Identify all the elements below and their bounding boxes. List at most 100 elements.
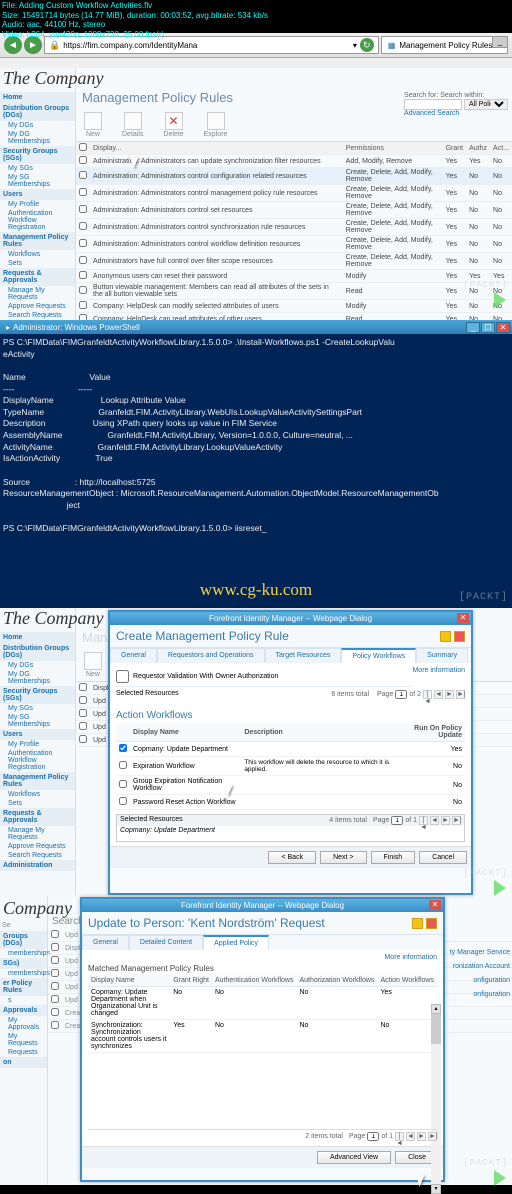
dialog-tabs: General Requestors and Operations Target… bbox=[110, 648, 471, 663]
new-button[interactable]: New bbox=[84, 112, 102, 138]
list-item[interactable]: Expiration WorkflowThis workflow will de… bbox=[116, 757, 465, 776]
dialog2-header: Update to Person: 'Kent Nordström' Reque… bbox=[82, 912, 443, 935]
sidebar-manage-req[interactable]: Manage My Requests bbox=[0, 286, 75, 302]
table-row[interactable]: Administration: Administrators control w… bbox=[76, 236, 512, 253]
table-row[interactable]: Administration: Administrators control s… bbox=[76, 202, 512, 219]
scrollbar[interactable]: ▴ ▾ bbox=[431, 1014, 441, 1184]
minimize-icon[interactable]: _ bbox=[492, 36, 508, 48]
explore-button[interactable]: Explore bbox=[204, 112, 228, 138]
powershell-body[interactable]: PS C:\FIMData\FIMGranfeldtActivityWorkfl… bbox=[0, 334, 512, 608]
dialog2-footer: Advanced View Close bbox=[82, 1146, 443, 1168]
sidebar-my-dg-mem[interactable]: My DG Memberships bbox=[0, 130, 75, 146]
search-input[interactable] bbox=[404, 99, 462, 110]
page-input-2[interactable] bbox=[367, 1132, 379, 1141]
page-last[interactable]: ►| bbox=[456, 690, 465, 699]
table-row[interactable]: Button viewable management: Members can … bbox=[76, 283, 512, 300]
ps-close[interactable]: ✕ bbox=[496, 322, 510, 333]
sidebar-sgs[interactable]: Security Groups (SGs) bbox=[0, 146, 75, 164]
tab-policy-workflows[interactable]: Policy Workflows bbox=[341, 648, 416, 663]
dialog-footer: < Back Next > Finish Cancel bbox=[110, 846, 471, 868]
page-first[interactable]: |◄ bbox=[423, 690, 432, 699]
more-info-link[interactable]: More information bbox=[412, 667, 465, 674]
sidebar-my-sg-mem[interactable]: My SG Memberships bbox=[0, 173, 75, 189]
cursor-icon bbox=[226, 786, 236, 800]
packt-logo: [PACKT] bbox=[459, 592, 508, 603]
delete-button[interactable]: ✕Delete bbox=[163, 112, 183, 138]
tab-requestors[interactable]: Requestors and Operations bbox=[157, 648, 265, 663]
company-logo: The Company bbox=[3, 68, 104, 89]
video-info-overlay: File: Adding Custom Workflow Activities.… bbox=[2, 1, 268, 39]
sidebar-auth-wf[interactable]: Authentication Workflow Registration bbox=[0, 209, 75, 232]
tab-general-2[interactable]: General bbox=[82, 935, 129, 950]
sidebar-my-sgs[interactable]: My SGs bbox=[0, 164, 75, 173]
refresh-button[interactable]: ↻ bbox=[360, 38, 374, 52]
play-overlay: [PACKT] bbox=[467, 280, 512, 315]
sidebar-search-req[interactable]: Search Requests bbox=[0, 311, 75, 320]
back-button[interactable]: < Back bbox=[268, 851, 316, 864]
dialog-close-button[interactable]: ✕ bbox=[457, 613, 469, 623]
list-item[interactable]: Group Expiration Notification WorkflowNo bbox=[116, 776, 465, 795]
advanced-view-button[interactable]: Advanced View bbox=[317, 1151, 391, 1164]
browser-tab[interactable]: ▦ Management Policy Rules × bbox=[381, 36, 508, 54]
next-button[interactable]: Next > bbox=[320, 851, 366, 864]
company-logo-3: Company bbox=[3, 898, 72, 919]
list-item[interactable]: Copmany: Update DepartmentYes bbox=[116, 742, 465, 757]
scroll-thumb[interactable] bbox=[431, 1014, 441, 1044]
workflow-grid: Display NameDescriptionRun On Policy Upd… bbox=[116, 723, 465, 810]
page-prev[interactable]: ◄ bbox=[434, 690, 443, 699]
sidebar-requests[interactable]: Requests & Approvals bbox=[0, 268, 75, 286]
dialog-body: More information Requestor Validation Wi… bbox=[110, 663, 471, 846]
table-row[interactable]: Administration: Administrators control s… bbox=[76, 219, 512, 236]
tab-applied-policy[interactable]: Applied Policy bbox=[203, 935, 269, 950]
tab-target[interactable]: Target Resources bbox=[265, 648, 342, 663]
tab-detailed-content[interactable]: Detailed Content bbox=[129, 935, 203, 950]
page-input[interactable] bbox=[395, 690, 407, 699]
select-all-checkbox[interactable] bbox=[79, 143, 87, 151]
dialog2-body: More information Matched Management Poli… bbox=[82, 950, 443, 1146]
play-icon bbox=[494, 292, 506, 308]
sidebar-dgs[interactable]: Distribution Groups (DGs) bbox=[0, 103, 75, 121]
sidebar-sets[interactable]: Sets bbox=[0, 259, 75, 268]
advanced-search-link[interactable]: Advanced Search bbox=[404, 110, 459, 117]
selected-resources-box: Selected Resources 4 items total Page of… bbox=[116, 814, 465, 842]
create-mpr-dialog: Forefront Identity Manager -- Webpage Di… bbox=[108, 610, 473, 895]
matched-mpr-grid: Display Name Grant Right Authentication … bbox=[88, 975, 437, 1053]
main-content: Management Policy Rules New Details ✕Del… bbox=[76, 68, 512, 320]
powershell-titlebar: ▸Administrator: Windows PowerShell _ ☐ ✕ bbox=[0, 320, 512, 334]
tab-general[interactable]: General bbox=[110, 648, 157, 663]
table-row[interactable]: Administrators have full control over fi… bbox=[76, 253, 512, 270]
dialog-header: Create Management Policy Rule bbox=[110, 625, 471, 648]
dialog2-tabs: General Detailed Content Applied Policy bbox=[82, 935, 443, 950]
sidebar-workflows[interactable]: Workflows bbox=[0, 250, 75, 259]
sidebar-home[interactable]: Home bbox=[0, 92, 75, 103]
req-val-checkbox[interactable] bbox=[116, 670, 129, 683]
sidebar-my-profile[interactable]: My Profile bbox=[0, 200, 75, 209]
sidebar-users[interactable]: Users bbox=[0, 189, 75, 200]
ps-maximize[interactable]: ☐ bbox=[481, 322, 495, 333]
tab-summary[interactable]: Summary bbox=[416, 648, 468, 663]
delete-icon[interactable] bbox=[454, 631, 465, 642]
delete-icon[interactable] bbox=[426, 918, 437, 929]
page-next[interactable]: ► bbox=[445, 690, 454, 699]
finish-button[interactable]: Finish bbox=[371, 851, 416, 864]
details-button[interactable]: Details bbox=[122, 112, 143, 138]
list-item[interactable]: Password Reset Action WorkflowNo bbox=[116, 795, 465, 810]
sidebar-mpr[interactable]: Management Policy Rules bbox=[0, 232, 75, 250]
table-row[interactable]: Administration: Administrators control m… bbox=[76, 185, 512, 202]
sidebar-my-dgs[interactable]: My DGs bbox=[0, 121, 75, 130]
search-scope-select[interactable]: All Policies bbox=[464, 99, 508, 110]
table-row[interactable]: Company: HelpDesk can modify selected at… bbox=[76, 300, 512, 313]
lock-icon: 🔒 bbox=[49, 40, 60, 51]
table-row[interactable]: Anonymous users can reset their password… bbox=[76, 270, 512, 283]
sidebar-approve-req[interactable]: Approve Requests bbox=[0, 302, 75, 311]
watermark: www.cg-ku.com bbox=[0, 580, 512, 600]
table-row[interactable]: Synchronization: Synchronization account… bbox=[88, 1020, 437, 1053]
more-info-link-2[interactable]: More information bbox=[384, 954, 437, 961]
cancel-button[interactable]: Cancel bbox=[419, 851, 467, 864]
sidebar-3: Se Groups (DGs) memberships SGs) members… bbox=[0, 896, 48, 1185]
info-icon bbox=[412, 918, 423, 929]
dialog2-close-button[interactable]: ✕ bbox=[429, 900, 441, 910]
cursor-icon bbox=[418, 1176, 428, 1190]
ps-minimize[interactable]: _ bbox=[466, 322, 480, 333]
table-row[interactable]: Copmany: Update Department when Organiza… bbox=[88, 987, 437, 1020]
